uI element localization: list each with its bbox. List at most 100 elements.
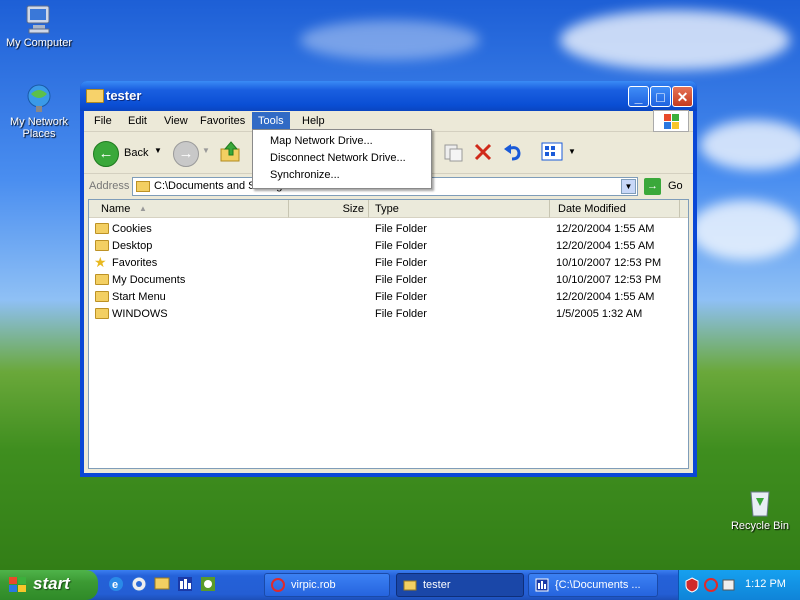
security-shield-icon[interactable] bbox=[684, 577, 700, 593]
favorites-folder-icon: ★ bbox=[94, 254, 107, 270]
views-button[interactable]: ▼ bbox=[540, 140, 576, 166]
column-header-name[interactable]: Name ▲ bbox=[89, 200, 289, 218]
task-label: virpic.rob bbox=[291, 579, 336, 591]
maximize-button[interactable]: □ bbox=[650, 86, 671, 107]
undo-icon bbox=[504, 144, 521, 161]
start-label: start bbox=[33, 574, 70, 593]
network-places-icon bbox=[23, 82, 55, 114]
up-folder-icon bbox=[220, 141, 240, 162]
menu-help[interactable]: Help bbox=[296, 114, 331, 130]
column-label: Name bbox=[101, 203, 131, 215]
address-label: Address bbox=[89, 180, 130, 192]
title-bar[interactable]: tester _ □ ✕ bbox=[80, 81, 697, 111]
column-header-size[interactable]: Size bbox=[289, 200, 369, 218]
file-type: File Folder bbox=[375, 240, 427, 252]
clock[interactable]: 1:12 PM bbox=[745, 578, 786, 590]
menu-tools[interactable]: Tools bbox=[252, 112, 290, 130]
app-window-icon bbox=[535, 578, 549, 592]
system-tray: 1:12 PM bbox=[678, 570, 800, 600]
up-folder-button[interactable] bbox=[218, 139, 246, 167]
minimize-icon: _ bbox=[634, 89, 643, 105]
taskbar-item-virpic[interactable]: virpic.rob bbox=[264, 573, 390, 597]
close-button[interactable]: ✕ bbox=[672, 86, 693, 107]
file-date: 10/10/2007 12:53 PM bbox=[556, 274, 662, 286]
folder-icon bbox=[403, 578, 417, 592]
views-icon bbox=[541, 142, 563, 161]
address-dropdown-button[interactable]: ▼ bbox=[621, 179, 636, 194]
menu-item-synchronize[interactable]: Synchronize... bbox=[270, 169, 340, 181]
menu-favorites[interactable]: Favorites bbox=[194, 114, 251, 130]
file-date: 12/20/2004 1:55 AM bbox=[556, 240, 655, 252]
taskbar-item-documents[interactable]: {C:\Documents ... bbox=[528, 573, 658, 597]
forward-button[interactable]: → ▼ bbox=[170, 139, 210, 167]
back-label: Back bbox=[124, 147, 149, 159]
minimize-button[interactable]: _ bbox=[628, 86, 649, 107]
app-quicklaunch-icon-2[interactable] bbox=[200, 576, 216, 592]
file-list: Name ▲ Size Type Date Modified Cookies F… bbox=[88, 199, 689, 469]
go-button[interactable]: → Go bbox=[644, 177, 688, 196]
chevron-down-icon: ▼ bbox=[568, 147, 576, 156]
recycle-bin-icon bbox=[744, 486, 776, 518]
task-label: tester bbox=[423, 579, 451, 591]
table-row[interactable]: My Documents File Folder 10/10/2007 12:5… bbox=[89, 272, 688, 289]
delete-button[interactable] bbox=[472, 141, 496, 165]
file-date: 10/10/2007 12:53 PM bbox=[556, 257, 662, 269]
desktop-icon-label: My Network Places bbox=[9, 116, 69, 140]
folder-icon bbox=[95, 308, 109, 319]
delete-icon bbox=[474, 143, 492, 161]
svg-text:e: e bbox=[112, 579, 118, 591]
table-row[interactable]: Cookies File Folder 12/20/2004 1:55 AM bbox=[89, 221, 688, 238]
file-type: File Folder bbox=[375, 308, 427, 320]
table-row[interactable]: Start Menu File Folder 12/20/2004 1:55 A… bbox=[89, 289, 688, 306]
go-label: Go bbox=[668, 180, 683, 192]
column-header-type[interactable]: Type bbox=[369, 200, 550, 218]
taskbar: start e virpic.rob tester {C:\Documents … bbox=[0, 570, 800, 600]
desktop-icon-recycle-bin[interactable]: Recycle Bin bbox=[722, 486, 798, 532]
menu-item-map-network-drive[interactable]: Map Network Drive... bbox=[270, 135, 373, 147]
folder-icon bbox=[95, 291, 109, 302]
menu-item-disconnect-network-drive[interactable]: Disconnect Network Drive... bbox=[270, 152, 406, 164]
file-type: File Folder bbox=[375, 223, 427, 235]
windows-logo-icon bbox=[9, 577, 27, 593]
menu-file[interactable]: File bbox=[88, 114, 118, 130]
folder-icon bbox=[136, 181, 150, 192]
desktop-icon-label: My Computer bbox=[5, 37, 73, 49]
column-header-date-modified[interactable]: Date Modified bbox=[550, 200, 680, 218]
undo-button[interactable] bbox=[502, 141, 526, 165]
file-name: My Documents bbox=[112, 274, 186, 286]
table-row[interactable]: WINDOWS File Folder 1/5/2005 1:32 AM bbox=[89, 306, 688, 323]
go-arrow-icon: → bbox=[644, 178, 661, 195]
file-name: Cookies bbox=[112, 223, 152, 235]
folder-icon bbox=[86, 89, 104, 103]
volume-icon[interactable] bbox=[721, 577, 737, 593]
file-name: Favorites bbox=[112, 257, 158, 269]
virpic-tray-icon[interactable] bbox=[703, 577, 719, 593]
file-name: WINDOWS bbox=[112, 308, 168, 320]
file-name: Start Menu bbox=[112, 291, 166, 303]
app-quicklaunch-icon[interactable] bbox=[177, 576, 193, 592]
back-button[interactable]: ← Back ▼ bbox=[90, 139, 162, 167]
column-label: Date Modified bbox=[558, 203, 626, 215]
file-date: 12/20/2004 1:55 AM bbox=[556, 223, 655, 235]
copy-to-button[interactable] bbox=[442, 141, 466, 165]
menu-edit[interactable]: Edit bbox=[122, 114, 153, 130]
desktop-icon-my-computer[interactable]: My Computer bbox=[1, 3, 77, 49]
chevron-down-icon: ▼ bbox=[154, 146, 162, 155]
browser-icon[interactable] bbox=[131, 576, 147, 592]
table-row[interactable]: Desktop File Folder 12/20/2004 1:55 AM bbox=[89, 238, 688, 255]
taskbar-item-tester[interactable]: tester bbox=[396, 573, 524, 597]
start-button[interactable]: start bbox=[0, 570, 98, 600]
table-row[interactable]: ★ Favorites File Folder 10/10/2007 12:53… bbox=[89, 254, 688, 272]
file-name: Desktop bbox=[112, 240, 153, 252]
desktop-icon-my-network-places[interactable]: My Network Places bbox=[1, 82, 77, 140]
task-label: {C:\Documents ... bbox=[555, 579, 641, 591]
internet-explorer-icon[interactable]: e bbox=[108, 576, 124, 592]
window-title: tester bbox=[106, 88, 142, 103]
desktop-icon-label: Recycle Bin bbox=[730, 520, 790, 532]
file-date: 1/5/2005 1:32 AM bbox=[556, 308, 643, 320]
menu-view[interactable]: View bbox=[158, 114, 194, 130]
back-arrow-icon: ← bbox=[93, 141, 119, 167]
maximize-icon: □ bbox=[656, 89, 665, 105]
show-desktop-icon[interactable] bbox=[154, 576, 170, 592]
forward-arrow-icon: → bbox=[173, 141, 199, 167]
